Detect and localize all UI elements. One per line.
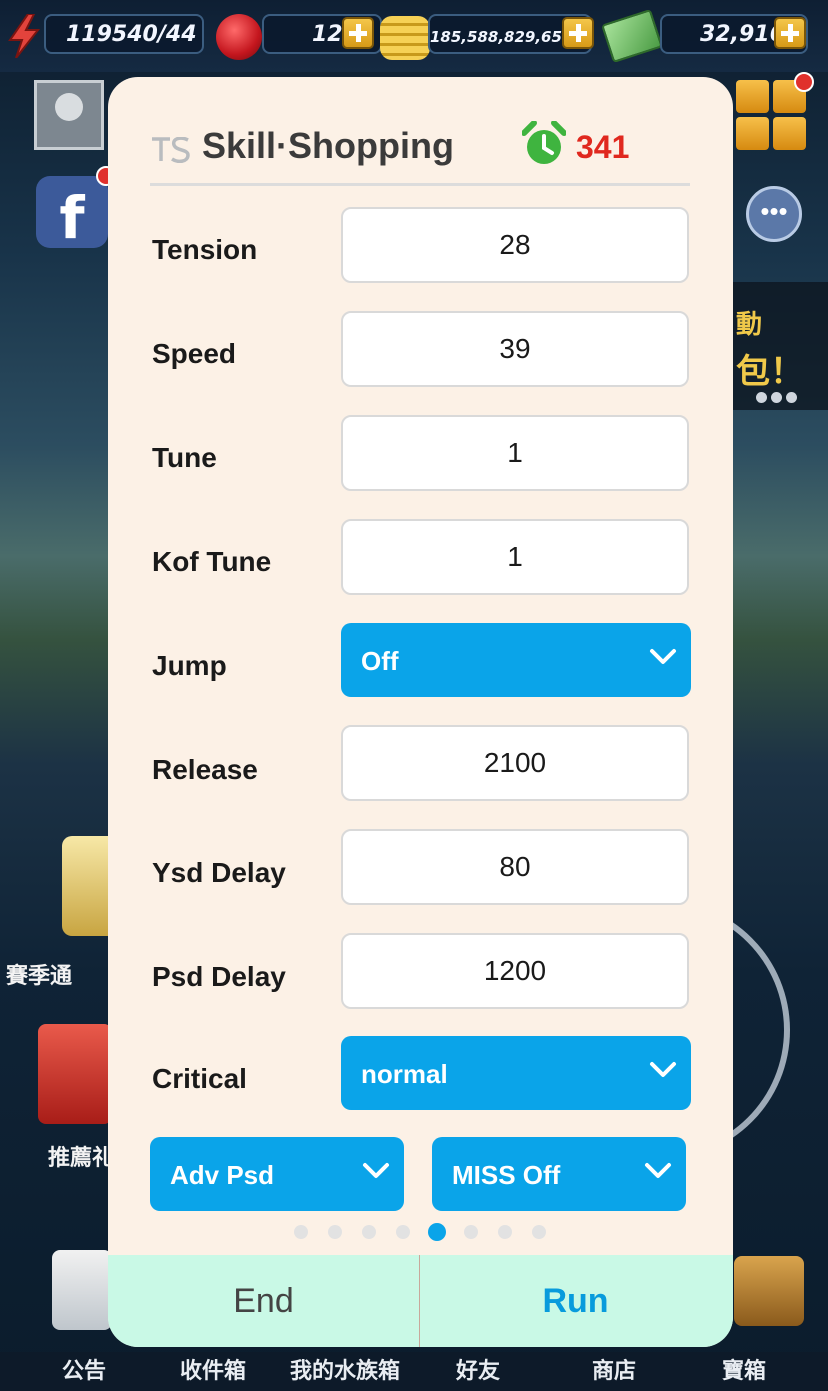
release-label: Release [152,754,258,785]
event-text-line1: 動 [736,310,763,340]
header-divider [150,183,690,186]
critical-select-value: normal [361,1059,448,1089]
menu-grid-icon[interactable] [736,80,806,150]
chevron-down-icon [645,1163,671,1178]
nav-shop[interactable]: 商店 [592,1352,636,1391]
coin-value: 185,588,829,658 [430,28,573,46]
ts-logo-icon [152,137,190,163]
tune-label: Tune [152,442,217,473]
coin-icon [380,16,430,60]
miss-select-value: MISS Off [452,1160,561,1190]
chevron-down-icon [650,1062,676,1077]
page-dot[interactable] [328,1225,342,1239]
critical-select[interactable]: normal [341,1036,691,1110]
banner-page-dots [756,390,816,403]
miss-select[interactable]: MISS Off [432,1137,686,1211]
facebook-icon[interactable]: f [36,176,108,252]
season-pass-label: 賽季通 [6,964,73,989]
run-button[interactable]: Run [420,1255,731,1347]
release-input[interactable]: 2100 [341,725,689,801]
critical-label: Critical [152,1063,247,1094]
nav-friends[interactable]: 好友 [456,1352,500,1391]
psd-delay-label: Psd Delay [152,961,286,992]
adv-psd-select[interactable]: Adv Psd [150,1137,404,1211]
alarm-clock-icon [522,121,566,164]
modal-title: Skill·Shopping [202,125,454,166]
kof-tune-input[interactable]: 1 [341,519,689,595]
jump-select-value: Off [361,646,399,676]
gem-icon [216,14,262,60]
nav-inbox[interactable]: 收件箱 [180,1352,246,1391]
resource-bar: 119540/44 12 185,588,829,658 32,916 [0,0,828,72]
modal-header: Skill·Shopping 341 [150,117,690,177]
gem-value: 12 [312,22,343,47]
gift-label: 推薦礼 [48,1146,115,1171]
speed-input[interactable]: 39 [341,311,689,387]
jump-label: Jump [152,650,227,681]
notification-dot-icon [794,72,814,92]
modal-footer: End Run [108,1255,733,1347]
energy-icon [8,14,41,58]
page-dot[interactable] [532,1225,546,1239]
chat-icon[interactable]: ••• [746,186,802,242]
psd-delay-input[interactable]: 1200 [341,933,689,1009]
countdown-timer: 341 [576,129,630,165]
page-dot-active[interactable] [428,1223,446,1241]
kof-tune-label: Kof Tune [152,546,272,577]
jump-select[interactable]: Off [341,623,691,697]
page-dot[interactable] [396,1225,410,1239]
cash-value: 32,916 [700,22,785,47]
add-coins-button[interactable] [562,17,594,49]
player-avatar[interactable] [34,80,104,150]
megaphone-icon[interactable] [52,1250,112,1330]
page-dot[interactable] [464,1225,478,1239]
tension-input[interactable]: 28 [341,207,689,283]
treasure-chest-icon[interactable] [734,1256,804,1326]
end-button[interactable]: End [108,1255,419,1347]
cash-icon [601,8,663,64]
speed-label: Speed [152,338,237,369]
page-dot[interactable] [362,1225,376,1239]
tune-input[interactable]: 1 [341,415,689,491]
tension-label: Tension [152,234,258,265]
skill-settings-modal: Skill·Shopping 341 Tension 28 Speed 39 T… [108,77,733,1347]
bottom-nav: 公告 收件箱 我的水族箱 好友 商店 寶箱 [0,1352,828,1391]
nav-aquarium[interactable]: 我的水族箱 [290,1352,400,1391]
add-gems-button[interactable] [342,17,374,49]
chevron-down-icon [650,649,676,664]
adv-psd-select-value: Adv Psd [170,1160,275,1190]
ysd-delay-label: Ysd Delay [152,857,286,888]
nav-announcement[interactable]: 公告 [62,1352,106,1391]
nav-chest[interactable]: 寶箱 [722,1352,766,1391]
event-text-line2: 包！ [736,352,804,392]
energy-value: 119540/44 [66,22,197,47]
add-cash-button[interactable] [774,17,806,49]
chevron-down-icon [363,1163,389,1178]
ysd-delay-input[interactable]: 80 [341,829,689,905]
gift-icon[interactable] [38,1024,112,1124]
page-dot[interactable] [498,1225,512,1239]
page-dot[interactable] [294,1225,308,1239]
